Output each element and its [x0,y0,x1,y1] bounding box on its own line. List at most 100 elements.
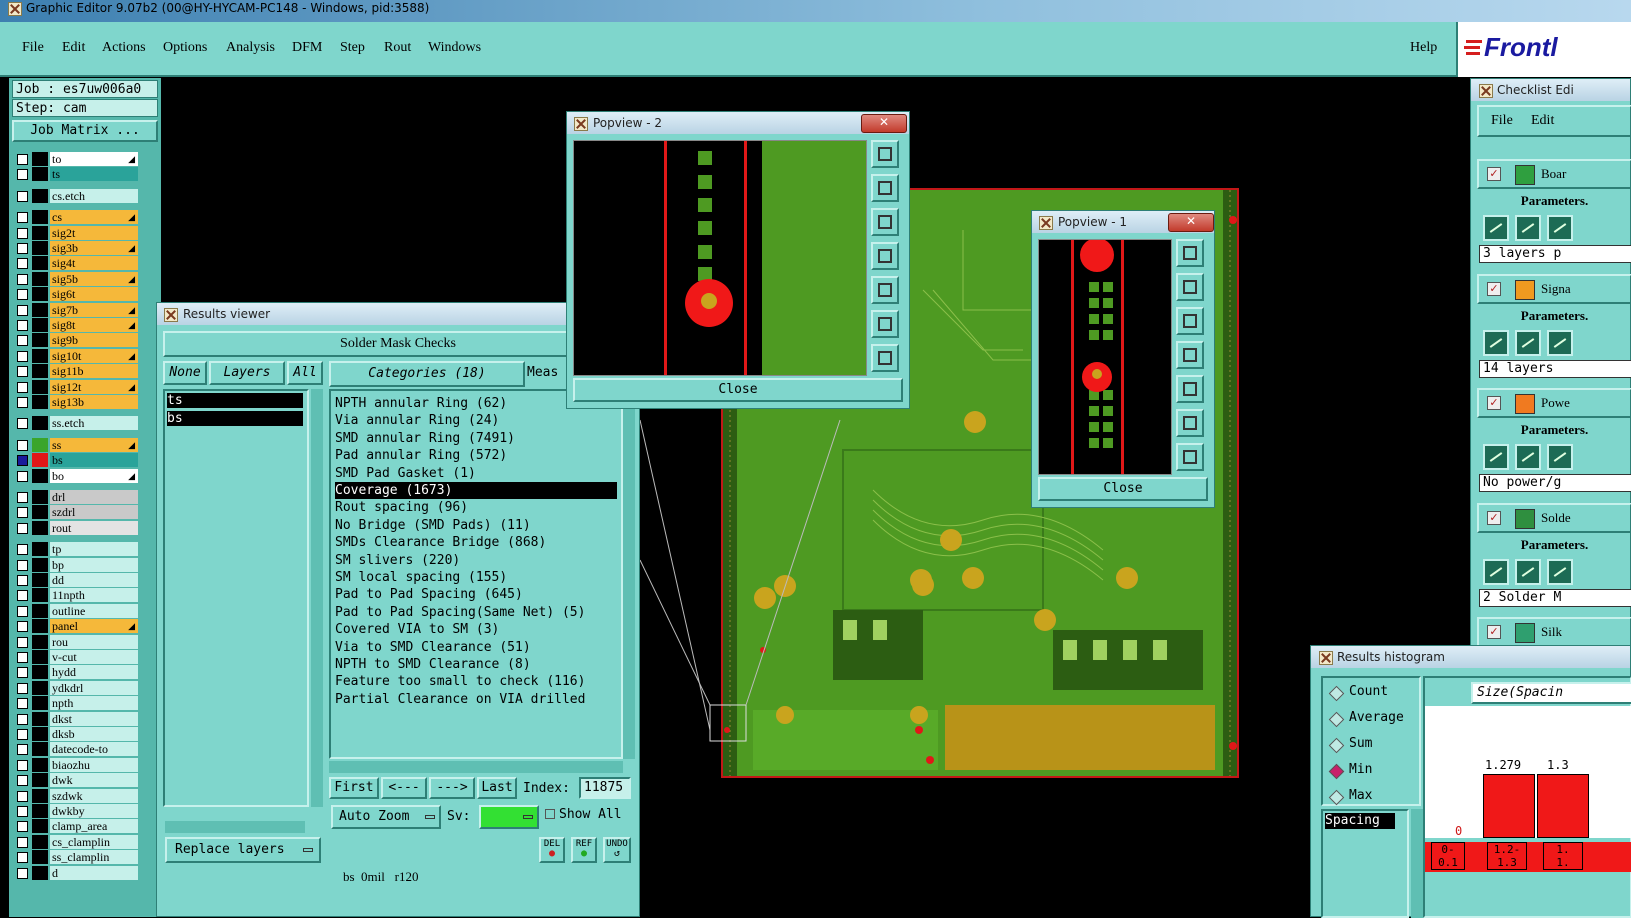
action-enabled-checkbox[interactable]: ✓ [1487,510,1501,525]
layer-color-swatch[interactable] [32,520,48,535]
layer-name[interactable]: bs [50,453,138,468]
layer-name[interactable]: sig11b [50,364,138,379]
layer-checkbox[interactable] [17,729,28,740]
action-enabled-checkbox[interactable]: ✓ [1487,625,1501,639]
layer-color-swatch[interactable] [32,557,48,572]
layer-name[interactable]: dd [50,573,138,587]
layer-row-datecode-to[interactable]: datecode-to [14,742,138,757]
layer-name[interactable]: sig12t ◢ [50,379,138,394]
layer-row-cs-clamplin[interactable]: cs_clamplin [14,834,138,849]
menu-step[interactable]: Step [340,40,365,56]
layer-color-swatch[interactable] [32,742,48,757]
checklist-action-row[interactable]: ✓ Solde [1477,502,1631,533]
index-input[interactable]: 11875 [579,777,631,799]
layer-row-11npth[interactable]: 11npth [14,588,138,603]
layer-name[interactable]: ss ◢ [50,437,138,452]
categories-scrollbar[interactable] [623,389,635,759]
layer-checkbox[interactable] [17,350,28,362]
layer-checkbox[interactable] [17,698,28,710]
zoom-in-icon[interactable] [871,310,899,338]
layer-checkbox[interactable] [17,790,28,802]
layer-color-swatch[interactable] [32,167,48,182]
layer-checkbox[interactable] [17,559,28,571]
average-radio[interactable] [1328,711,1345,728]
pan-up-icon[interactable] [1176,273,1204,301]
layer-row-cs-etch[interactable]: cs.etch [14,188,138,203]
layer-row-rout[interactable]: rout [14,520,138,535]
run-action-icon[interactable] [1483,444,1509,470]
category-item[interactable]: No Bridge (SMD Pads) (11) [335,517,531,534]
layer-color-swatch[interactable] [32,757,48,772]
layer-checkbox[interactable] [17,366,28,378]
layer-checkbox[interactable] [17,605,28,617]
layer-color-swatch[interactable] [32,619,48,634]
zoom-in-icon[interactable] [1176,409,1204,437]
layer-checkbox[interactable] [17,169,28,181]
layer-color-swatch[interactable] [32,588,48,603]
action-enabled-checkbox[interactable]: ✓ [1487,167,1501,181]
layer-checkbox[interactable] [17,590,28,602]
run-selected-icon[interactable] [1515,444,1541,470]
layer-checkbox[interactable] [17,418,28,430]
result-layer-item[interactable]: bs [167,411,303,426]
layer-name[interactable]: szdrl [50,505,138,520]
pan-right-icon[interactable] [871,276,899,304]
layer-checkbox[interactable] [17,821,28,833]
zoom-out-icon[interactable] [871,344,899,372]
layer-color-swatch[interactable] [32,318,48,332]
layer-checkbox[interactable] [17,806,28,817]
categories-button[interactable]: Categories (18) [329,361,525,387]
category-item[interactable]: Pad to Pad Spacing(Same Net) (5) [335,604,585,621]
layer-name[interactable]: ss.etch [50,416,138,431]
category-item[interactable]: SMD annular Ring (7491) [335,430,515,447]
prev-button[interactable]: <--- [381,777,427,799]
layer-color-swatch[interactable] [32,333,48,348]
category-item[interactable]: Partial Clearance on VIA drilled [335,691,585,708]
layer-row-sig8t[interactable]: sig8t ◢ [14,318,138,332]
menu-analysis[interactable]: Analysis [226,40,275,56]
zoom-out-icon[interactable] [1176,443,1204,471]
layer-checkbox[interactable] [17,636,28,648]
spacing-list-item[interactable]: Spacing [1325,813,1395,829]
layer-row-sig3b[interactable]: sig3b ◢ [14,241,138,255]
layer-name[interactable]: panel ◢ [50,619,138,634]
measure-list-scrollbar[interactable] [1411,809,1423,918]
pan-left-icon[interactable] [1176,341,1204,369]
zoom-fit-icon[interactable] [1176,239,1204,267]
layer-row-sig2t[interactable]: sig2t [14,225,138,240]
layer-checkbox[interactable] [17,335,28,347]
category-item[interactable]: Pad annular Ring (572) [335,447,507,464]
category-item[interactable]: NPTH annular Ring (62) [335,395,507,412]
histogram-size-dropdown[interactable]: Size(Spacin [1471,682,1631,704]
layer-checkbox[interactable] [17,258,28,270]
layer-color-swatch[interactable] [32,287,48,302]
layer-color-swatch[interactable] [32,650,48,664]
layer-color-swatch[interactable] [32,379,48,394]
layer-checkbox[interactable] [17,682,28,694]
layer-row-sig5b[interactable]: sig5b ◢ [14,271,138,286]
layer-color-swatch[interactable] [32,364,48,379]
layer-row-szdrl[interactable]: szdrl [14,505,138,520]
histogram-bar[interactable] [1537,774,1589,838]
min-radio[interactable] [1328,763,1345,780]
checklist-menu-edit[interactable]: Edit [1531,113,1554,129]
close-window-icon[interactable]: ✕ [861,114,907,133]
menu-options[interactable]: Options [163,40,207,56]
layer-color-swatch[interactable] [32,271,48,286]
layer-name[interactable]: sig9b [50,333,138,348]
layer-row-szdwk[interactable]: szdwk [14,788,138,803]
all-button[interactable]: All [287,361,323,385]
layer-color-swatch[interactable] [32,256,48,271]
checklist-action-row[interactable]: ✓ Powe [1477,388,1631,418]
menu-edit[interactable]: Edit [62,40,85,56]
layer-name[interactable]: sig10t ◢ [50,348,138,363]
layer-row-ss[interactable]: ss ◢ [14,437,138,452]
layer-checkbox[interactable] [17,243,28,254]
menu-help[interactable]: Help [1410,40,1437,56]
layer-color-swatch[interactable] [32,302,48,317]
category-item[interactable]: Rout spacing (96) [335,499,468,516]
layer-row-clamp-area[interactable]: clamp_area [14,819,138,834]
layer-color-swatch[interactable] [32,696,48,711]
parameters-button[interactable]: Parameters. [1477,420,1631,440]
layer-row-panel[interactable]: panel ◢ [14,619,138,634]
